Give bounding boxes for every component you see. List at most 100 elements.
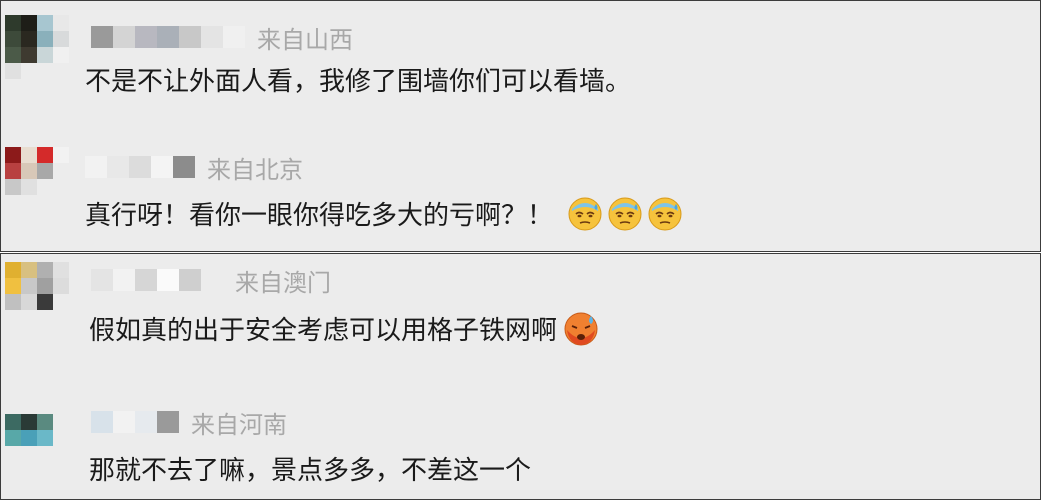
avatar-mosaic-block [37,294,53,310]
avatar-mosaic-block [37,147,53,163]
avatar-mosaic-block [53,179,69,195]
username-blurred[interactable] [91,269,223,291]
avatar-mosaic-block [5,179,21,195]
comment-panel-bottom: 来自澳门 假如真的出于安全考虑可以用格子铁网啊 来自河南 那就不去了嘛，景点多多… [0,253,1041,500]
avatar-mosaic-block [5,47,21,63]
avatar-mosaic-block [5,15,21,31]
avatar-mosaic-block [5,278,21,294]
avatar-mosaic-block [21,430,37,446]
comment-text-content: 不是不让外面人看，我修了围墙你们可以看墙。 [85,66,632,97]
avatar-mosaic-block [5,446,21,462]
avatar-mosaic-block [53,430,69,446]
comment-text: 那就不去了嘛，景点多多，不差这一个 [89,446,531,490]
comment-meta: 来自北京 [85,153,303,184]
avatar-mosaic-block [5,414,21,430]
avatar-mosaic-block [37,414,53,430]
avatar-mosaic-block [5,294,21,310]
cold-sweat-face-icon [567,195,603,231]
avatar-mosaic-block [5,195,21,211]
comment-meta: 来自河南 [91,408,287,439]
avatar[interactable] [5,262,69,326]
comment-text-content: 假如真的出于安全考虑可以用格子铁网啊 [89,315,558,346]
avatar-mosaic-block [5,310,21,326]
weary-face-icon [563,310,599,346]
comment-meta: 来自山西 [91,23,353,54]
avatar-mosaic-block [21,262,37,278]
username-mosaic-block [173,156,195,178]
avatar-mosaic-block [5,163,21,179]
username-mosaic-block [157,269,179,291]
avatar-mosaic-block [5,262,21,278]
avatar-mosaic-block [53,47,69,63]
avatar-mosaic-block [21,195,37,211]
comment-item-3: 来自澳门 假如真的出于安全考虑可以用格子铁网啊 [1,254,1040,374]
avatar-mosaic-block [5,430,21,446]
location-label: 来自河南 [191,410,287,439]
avatar-mosaic-block [21,63,37,79]
avatar-mosaic-block [21,414,37,430]
comment-text-content: 真行呀！看你一眼你得吃多大的亏啊？！ [85,200,554,231]
username-mosaic-block [201,269,223,291]
comment-text: 真行呀！看你一眼你得吃多大的亏啊？！ [85,191,683,235]
avatar-mosaic-block [37,163,53,179]
username-mosaic-block [113,411,135,433]
avatar-mosaic-block [37,310,53,326]
username-mosaic-block [223,26,245,48]
avatar-mosaic-block [37,430,53,446]
username-mosaic-block [113,269,135,291]
username-mosaic-block [135,269,157,291]
location-label: 来自山西 [257,25,353,54]
cold-sweat-face-icon [607,195,643,231]
avatar-mosaic-block [53,398,69,414]
comment-text: 不是不让外面人看，我修了围墙你们可以看墙。 [85,59,631,99]
avatar-mosaic-block [5,147,21,163]
username-mosaic-block [179,26,201,48]
comment-item-2: 来自北京 真行呀！看你一眼你得吃多大的亏啊？！ [1,139,1040,251]
username-mosaic-block [157,26,179,48]
avatar-mosaic-block [53,294,69,310]
avatar[interactable] [5,147,69,211]
avatar-mosaic-block [37,195,53,211]
location-label: 来自澳门 [235,268,331,297]
avatar-mosaic-block [53,310,69,326]
avatar-mosaic-block [37,31,53,47]
avatar-mosaic-block [53,414,69,430]
avatar-mosaic-block [53,278,69,294]
username-mosaic-block [201,26,223,48]
username-mosaic-block [135,411,157,433]
avatar-mosaic-block [53,15,69,31]
username-mosaic-block [91,26,113,48]
avatar[interactable] [5,398,69,462]
username-mosaic-block [85,156,107,178]
location-label: 来自北京 [207,155,303,184]
username-mosaic-block [129,156,151,178]
avatar-mosaic-block [53,195,69,211]
avatar-mosaic-block [21,278,37,294]
avatar-mosaic-block [37,398,53,414]
username-blurred[interactable] [85,156,195,178]
avatar-mosaic-block [21,15,37,31]
avatar-mosaic-block [21,179,37,195]
comment-panel-top: 来自山西 不是不让外面人看，我修了围墙你们可以看墙。 来自北京 真行呀！看你一眼… [0,0,1041,252]
username-blurred[interactable] [91,411,179,433]
avatar-mosaic-block [21,47,37,63]
avatar-mosaic-block [37,262,53,278]
avatar-mosaic-block [21,294,37,310]
avatar-mosaic-block [21,310,37,326]
avatar-mosaic-block [53,262,69,278]
avatar-mosaic-block [5,31,21,47]
avatar-mosaic-block [37,179,53,195]
avatar-mosaic-block [53,446,69,462]
avatar-mosaic-block [21,398,37,414]
avatar-mosaic-block [37,446,53,462]
avatar-mosaic-block [5,63,21,79]
avatar-mosaic-block [5,398,21,414]
avatar-mosaic-block [21,446,37,462]
avatar-mosaic-block [37,63,53,79]
avatar-mosaic-block [53,31,69,47]
avatar-mosaic-block [53,147,69,163]
avatar-mosaic-block [21,163,37,179]
avatar-mosaic-block [21,147,37,163]
username-blurred[interactable] [91,26,245,48]
avatar[interactable] [5,15,69,79]
